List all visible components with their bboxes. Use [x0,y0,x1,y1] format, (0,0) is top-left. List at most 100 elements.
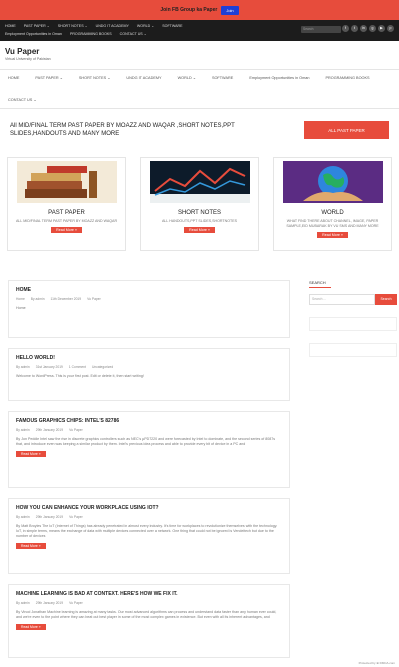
post-meta: Home By admin 11th December 2019 Vu Pape… [16,297,282,301]
main-nav-item[interactable]: PAST PAPER ⌄ [35,73,62,83]
meta-item[interactable]: By admin [16,515,30,519]
main-nav-item[interactable]: CONTACT US ⌄ [8,95,37,105]
dark-nav-item[interactable]: UNDG IT ACADEMY [96,22,129,30]
main-nav-item[interactable]: UNDG IT ACADEMY [126,73,161,83]
post-title[interactable]: FAMOUS GRAPHICS CHIPS: INTEL'S 82786 [16,418,282,424]
card-desc: WHAT FIND THERE ABOUT CHANNEL, IMAGE, PA… [286,219,379,228]
main-nav-item[interactable]: PROGRAMMING BOOKS [325,73,369,83]
dark-nav-item[interactable]: PAST PAPER ⌄ [24,22,50,30]
dmca-badge[interactable]: Protected by ⊕ DMCA.com [359,661,395,665]
post-title[interactable]: HELLO WORLD! [16,355,282,361]
meta-item[interactable]: Vu Paper [69,515,83,519]
dark-nav-item[interactable]: HOME [5,22,16,30]
read-more-button[interactable]: Read More » [317,232,348,238]
read-more-button[interactable]: Read More » [51,227,82,233]
sidebar-search-input[interactable]: Search ... [309,294,375,305]
main-nav-item[interactable]: SHORT NOTES ⌄ [79,73,111,83]
read-more-button[interactable]: Read More » [16,624,46,630]
card-title: WORLD [321,210,344,216]
card-title: SHORT NOTES [177,210,222,216]
meta-item[interactable]: By admin [16,365,30,369]
post-card: FAMOUS GRAPHICS CHIPS: INTEL'S 82786 By … [8,411,290,488]
dark-nav-item[interactable]: Employment Opportunities in Oman [5,30,62,38]
post-list: HOME Home By admin 11th December 2019 Vu… [8,280,290,667]
post-card: HOW YOU CAN ENHANCE YOUR WORKPLACE USING… [8,498,290,574]
hero-text: All MID/FINAL TERM PAST PAPER BY MOAZZ A… [10,123,235,137]
meta-item[interactable]: By admin [16,601,30,605]
top-search-input[interactable]: Search [301,26,341,33]
social-icons: f t in g ▶ p [342,25,394,32]
main-nav: HOME PAST PAPER ⌄ SHORT NOTES ⌄ UNDG IT … [0,69,399,109]
sidebar-widget [309,317,397,331]
facebook-icon[interactable]: f [342,25,349,32]
meta-item[interactable]: 29th January 2019 [36,428,63,432]
post-card: HOME Home By admin 11th December 2019 Vu… [8,280,290,338]
top-dark-nav: HOME PAST PAPER ⌄ SHORT NOTES ⌄ UNDG IT … [0,20,399,41]
main-nav-item[interactable]: HOME [8,73,19,83]
card-desc: ALL MID/FINAL TERM PAST PAPER BY MOAZZ A… [15,219,118,223]
sidebar-search-button[interactable]: Search [375,294,397,305]
main-nav-item[interactable]: Employment Opportunities in Oman [249,73,309,83]
site-title[interactable]: Vu Paper [5,47,394,56]
all-past-paper-button[interactable]: ALL PAST PAPER [304,121,389,139]
sidebar-search-heading: SEARCH [309,280,331,288]
sidebar-search-form: Search ... Search [309,294,397,305]
site-branding: Vu Paper Virtual University of Pakistan [0,41,399,61]
card-title: PAST PAPER [48,210,85,216]
promo-bar: Join FB Group ka Paper Join [0,0,399,20]
books-image [16,161,117,203]
post-meta: By admin 29th January 2019 Vu Paper [16,515,282,519]
post-excerpt: By Matt Broyles The IoT (Internet of Thi… [16,524,278,538]
meta-item[interactable]: 29th January 2019 [36,515,63,519]
read-more-button[interactable]: Read More » [184,227,215,233]
feature-card-past-paper: PAST PAPER ALL MID/FINAL TERM PAST PAPER… [7,157,126,251]
meta-item[interactable]: 31st January 2019 [36,365,63,369]
meta-item[interactable]: Vu Paper [87,297,101,301]
meta-item[interactable]: Home [16,297,25,301]
post-excerpt: Home [16,306,26,310]
promo-text: Join FB Group ka Paper [160,7,218,13]
post-excerpt: By Vinod Jonathan Machine learning is am… [16,610,277,619]
post-meta: By admin 31st January 2019 1 Comment Unc… [16,365,282,369]
meta-item[interactable]: By admin [31,297,45,301]
meta-item[interactable]: 11th December 2019 [51,297,82,301]
meta-item[interactable]: 1 Comment [69,365,86,369]
twitter-icon[interactable]: t [351,25,358,32]
pinterest-icon[interactable]: p [387,25,394,32]
dark-nav-item[interactable]: PROGRAMMING BOOKS [70,30,112,38]
post-excerpt: Welcome to WordPress. This is your first… [16,374,144,378]
meta-item[interactable]: Vu Paper [69,601,83,605]
dark-nav-item[interactable]: WORLD ⌄ [137,22,154,30]
post-title[interactable]: HOME [16,287,282,293]
dark-nav-item[interactable]: SHORT NOTES ⌄ [58,22,88,30]
meta-item[interactable]: Uncategorized [92,365,113,369]
post-card: MACHINE LEARNING IS BAD AT CONTEXT. HERE… [8,584,290,658]
main-nav-item[interactable]: SOFTWARE [212,73,233,83]
google-icon[interactable]: g [369,25,376,32]
post-title[interactable]: HOW YOU CAN ENHANCE YOUR WORKPLACE USING… [16,505,282,511]
meta-item[interactable]: 29th January 2019 [36,601,63,605]
youtube-icon[interactable]: ▶ [378,25,385,32]
post-excerpt: By Jon Peddie Intel saw the rise in disc… [16,437,276,446]
card-desc: ALL HANDOUTS,PPT SLIDES,SHORTNOTES [161,219,238,223]
post-meta: By admin 29th January 2019 Vu Paper [16,601,282,605]
site-tagline: Virtual University of Pakistan [5,57,51,61]
sidebar: SEARCH Search ... Search [309,280,397,357]
feature-card-world: WORLD WHAT FIND THERE ABOUT CHANNEL, IMA… [273,157,392,251]
meta-item[interactable]: By admin [16,428,30,432]
linkedin-icon[interactable]: in [360,25,367,32]
post-title[interactable]: MACHINE LEARNING IS BAD AT CONTEXT. HERE… [16,591,282,597]
meta-item[interactable]: Vu Paper [69,428,83,432]
feature-cards: PAST PAPER ALL MID/FINAL TERM PAST PAPER… [7,157,392,251]
dark-nav-item[interactable]: SOFTWARE [162,22,182,30]
notes-chart-image [149,161,250,203]
post-card: HELLO WORLD! By admin 31st January 2019 … [8,348,290,401]
join-button[interactable]: Join [221,5,239,15]
dark-nav-item[interactable]: CONTACT US ⌄ [120,30,147,38]
read-more-button[interactable]: Read More » [16,543,46,549]
hero-banner: All MID/FINAL TERM PAST PAPER BY MOAZZ A… [10,121,389,139]
globe-hands-image [282,161,383,203]
read-more-button[interactable]: Read More » [16,451,46,457]
main-nav-item[interactable]: WORLD ⌄ [178,73,196,83]
post-meta: By admin 29th January 2019 Vu Paper [16,428,282,432]
